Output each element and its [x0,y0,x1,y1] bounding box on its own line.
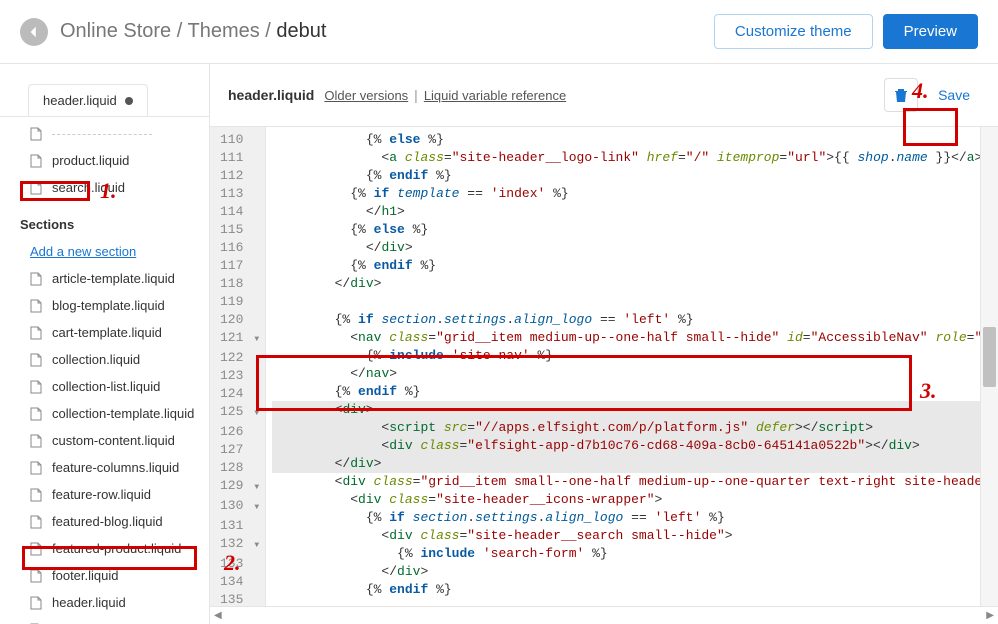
file-row[interactable]: footer.liquid [0,562,209,589]
file-label: blog-template.liquid [52,298,165,313]
file-label: cart-template.liquid [52,325,162,340]
editor-filename: header.liquid [228,87,314,103]
file-icon [30,299,42,313]
file-icon [30,272,42,286]
delete-button[interactable] [884,78,918,112]
file-label: header.liquid [52,595,126,610]
back-icon[interactable] [20,18,48,46]
customize-theme-button[interactable]: Customize theme [714,14,873,49]
older-versions-link[interactable]: Older versions [324,88,408,103]
file-row[interactable]: header.liquid [0,589,209,616]
file-icon [30,380,42,394]
trash-icon [893,87,909,103]
file-icon [30,461,42,475]
file-label: feature-row.liquid [52,487,151,502]
file-icon [30,596,42,610]
file-icon [30,542,42,556]
scrollbar-thumb[interactable] [983,327,996,387]
file-label [52,134,152,135]
preview-button[interactable]: Preview [883,14,978,49]
vertical-scrollbar[interactable] [980,127,998,606]
file-row[interactable]: featured-product.liquid [0,535,209,562]
save-button[interactable]: Save [928,81,980,109]
file-row[interactable] [0,121,209,147]
file-label: search.liquid [52,180,125,195]
file-row[interactable]: featured-blog.liquid [0,508,209,535]
file-icon [30,326,42,340]
add-section-link[interactable]: Add a new section [0,238,209,265]
file-label: article-template.liquid [52,271,175,286]
file-label: product.liquid [52,153,129,168]
breadcrumb-part[interactable]: Themes [187,20,259,42]
tab-label: header.liquid [43,93,117,108]
file-row[interactable]: cart-template.liquid [0,319,209,346]
liquid-reference-link[interactable]: Liquid variable reference [424,88,566,103]
horizontal-scrollbar[interactable]: ◀ ▶ [210,606,998,624]
file-label: feature-columns.liquid [52,460,179,475]
file-row[interactable]: collection.liquid [0,346,209,373]
file-row[interactable]: product.liquid [0,147,209,174]
breadcrumb-part[interactable]: Online Store [60,20,171,42]
file-icon [30,569,42,583]
file-icon [30,127,42,141]
file-row[interactable]: blog-template.liquid [0,292,209,319]
breadcrumb: Online Store / Themes / debut [60,20,704,43]
file-label: featured-product.liquid [52,541,181,556]
code-editor: header.liquid Older versions | Liquid va… [210,64,998,624]
file-sidebar: header.liquid product.liquid search.liqui… [0,64,210,624]
file-icon [30,434,42,448]
file-icon [30,407,42,421]
file-row[interactable]: feature-row.liquid [0,481,209,508]
scroll-left-icon[interactable]: ◀ [214,610,222,621]
file-label: footer.liquid [52,568,119,583]
file-label: collection.liquid [52,352,140,367]
file-icon [30,353,42,367]
file-row[interactable]: article-template.liquid [0,265,209,292]
file-row[interactable]: feature-columns.liquid [0,454,209,481]
tab-header-liquid[interactable]: header.liquid [28,84,148,116]
modified-dot-icon [125,97,133,105]
file-row[interactable]: search.liquid [0,174,209,201]
file-label: collection-list.liquid [52,379,160,394]
file-row[interactable]: custom-content.liquid [0,427,209,454]
file-label: custom-content.liquid [52,433,175,448]
sections-header: Sections [0,211,209,238]
file-row[interactable]: collection-list.liquid [0,373,209,400]
file-icon [30,515,42,529]
breadcrumb-current: debut [276,20,326,42]
file-label: featured-blog.liquid [52,514,163,529]
file-icon [30,488,42,502]
file-label: collection-template.liquid [52,406,194,421]
file-row[interactable]: collection-template.liquid [0,400,209,427]
scroll-right-icon[interactable]: ▶ [986,610,994,621]
file-icon [30,181,42,195]
file-icon [30,154,42,168]
code-area[interactable]: 110 111 112 113 114 115 116 117 118 119 … [210,127,980,606]
file-row[interactable]: hero.liquid [0,616,209,624]
